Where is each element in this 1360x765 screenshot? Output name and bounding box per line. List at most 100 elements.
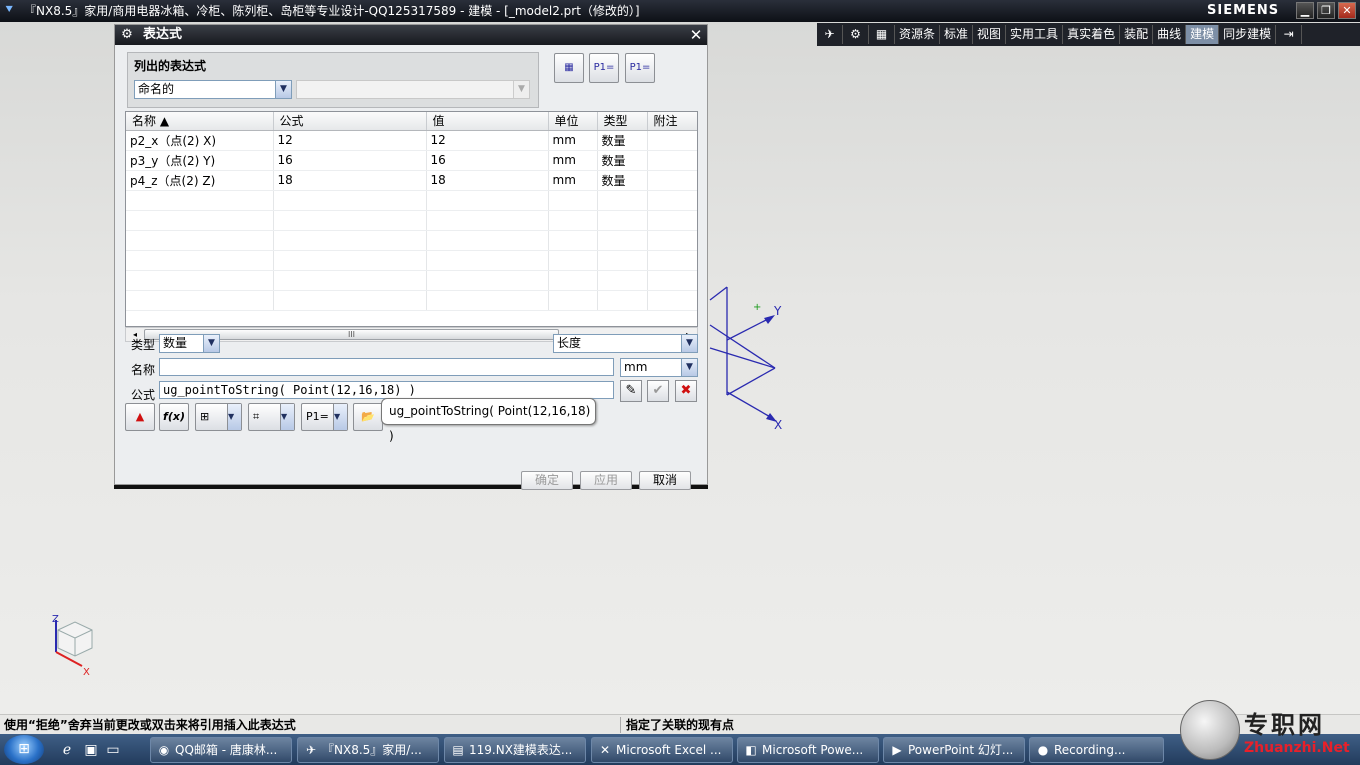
measure-button[interactable]: ⊞ ▼ [195,403,242,431]
formula-edit-button[interactable]: ✎ [620,380,642,402]
cell-name: p2_x（点(2) X) [126,130,274,151]
column-header-type[interactable]: 类型 [597,112,648,131]
ok-button[interactable]: 确定 [521,471,573,490]
grid-icon[interactable]: ▦ [869,25,895,44]
open-folder-button[interactable]: 📂 [353,403,383,431]
task-powerpoint-slideshow[interactable]: ▶ PowerPoint 幻灯... [883,737,1025,763]
powerpoint-icon: ◧ [745,743,757,757]
restore-button[interactable]: ❐ [1317,2,1335,19]
qq-icon: ◉ [158,743,170,757]
triad-z-label: Z [52,614,59,625]
column-header-value[interactable]: 值 [426,112,549,131]
task-excel[interactable]: ✕ Microsoft Excel ... [591,737,733,763]
import-expressions-button[interactable]: P1= [589,53,619,83]
reference-button[interactable]: P1= ▼ [301,403,348,431]
minimize-button[interactable]: ▁ [1296,2,1314,19]
tab-standard[interactable]: 标准 [940,25,974,44]
folder-icon: ▤ [452,743,464,757]
spreadsheet-edit-button[interactable]: ▦ [554,53,584,83]
empty-row [126,230,697,251]
type-select[interactable]: 数量 ▼ [159,334,220,353]
import-expressions-icon: P1= [593,62,615,73]
cell-unit: mm [548,150,598,171]
chevron-down-icon: ▼ [203,335,219,352]
watermark-ball-icon [1180,700,1240,760]
type-label: 类型 [131,338,156,352]
explorer-icon[interactable]: ▣ [82,741,100,759]
task-recording[interactable]: ● Recording... [1029,737,1164,763]
task-powerpoint[interactable]: ◧ Microsoft Powe... [737,737,879,763]
task-label: PowerPoint 幻灯... [908,743,1014,757]
column-header-comment[interactable]: 附注 [647,112,697,131]
start-button[interactable]: ⊞ [4,735,44,764]
table-row[interactable]: p4_z（点(2) Z) 18 18 mm 数量 [126,170,697,191]
chevron-down-icon: ▼ [275,81,291,98]
query-button[interactable]: ⌗ ▼ [248,403,295,431]
tab-sync-modeling[interactable]: 同步建模 [1219,25,1277,44]
function-button[interactable]: f(x) [159,403,189,431]
cancel-button[interactable]: 取消 [639,471,691,490]
list-filter-select[interactable]: 命名的 ▼ [134,80,292,99]
formula-label: 公式 [131,388,156,402]
formula-tooltip: ug_pointToString( Point(12,16,18) ) [381,398,596,443]
recording-icon: ● [1037,743,1049,757]
column-header-unit[interactable]: 单位 [548,112,598,131]
excel-icon: ✕ [599,743,611,757]
column-header-formula[interactable]: 公式 [273,112,427,131]
query-icon: ⌗ [253,410,260,423]
task-label: Microsoft Excel ... [616,743,722,757]
chevron-down-icon: ▼ [513,81,529,98]
show-desktop-icon[interactable]: ▭ [104,741,122,759]
column-header-name[interactable]: 名称 ▲ [126,112,274,131]
tab-utilities[interactable]: 实用工具 [1006,25,1064,44]
accept-edit-button[interactable]: ✔ [647,380,669,402]
table-row[interactable]: p2_x（点(2) X) 12 12 mm 数量 [126,130,697,151]
edit-icon: ✎ [625,383,637,398]
dialog-gear-icon[interactable]: ⚙ [119,25,135,45]
csys-x-label: X [774,418,782,432]
empty-row [126,250,697,271]
tab-true-shading[interactable]: 真实着色 [1063,25,1121,44]
reject-edit-button[interactable]: ✖ [675,380,697,402]
formula-input[interactable]: ug_pointToString( Point(12,16,18) ) [159,381,614,399]
csys-y-label: Y [773,304,782,318]
reference-icon: P1= [306,410,329,423]
toolbar-options-icon[interactable]: ⇥ [1276,25,1303,44]
dialog-close-icon[interactable]: ✕ [687,26,705,44]
tab-resource-bar[interactable]: 资源条 [895,25,941,44]
export-expressions-button[interactable]: P1= [625,53,655,83]
name-input[interactable] [159,358,614,376]
task-folder[interactable]: ▤ 119.NX建模表达... [444,737,586,763]
chevron-down-icon: ▼ [333,404,347,430]
apply-button[interactable]: 应用 [580,471,632,490]
task-label: Recording... [1054,743,1126,757]
list-filter-value: 命名的 [138,82,175,96]
gear-icon[interactable]: ⚙ [843,25,869,44]
task-label: QQ邮箱 - 唐康林... [175,743,278,757]
folder-icon: 📂 [361,410,375,423]
datum-csys: + Y X [709,286,782,432]
nx-logo-icon[interactable]: ✈ [817,25,843,44]
task-qq-mail[interactable]: ◉ QQ邮箱 - 唐康林... [150,737,292,763]
empty-row [126,190,697,211]
table-row[interactable]: p3_y（点(2) Y) 16 16 mm 数量 [126,150,697,171]
dialog-title: 表达式 [143,27,183,42]
dimension-select[interactable]: 长度 ▼ [553,334,698,353]
cell-unit: mm [548,170,598,191]
cell-comment [647,170,697,191]
tab-curve[interactable]: 曲线 [1153,25,1187,44]
ie-icon[interactable]: ℯ [58,741,76,759]
type-value: 数量 [163,336,188,350]
close-window-button[interactable]: ✕ [1338,2,1356,19]
collapse-button[interactable]: ▲ [125,403,155,431]
tab-assembly[interactable]: 装配 [1120,25,1154,44]
task-nx[interactable]: ✈ 『NX8.5』家用/... [297,737,439,763]
unit-select[interactable]: mm ▼ [620,358,698,377]
tab-modeling[interactable]: 建模 [1186,25,1220,44]
task-label: 『NX8.5』家用/... [322,743,422,757]
cell-name: p3_y（点(2) Y) [126,150,274,171]
dialog-title-bar: ⚙ 表达式 ✕ [115,25,707,45]
tab-view[interactable]: 视图 [973,25,1007,44]
window-title-bar: ⯆ 『NX8.5』家用/商用电器冰箱、冷柜、陈列柜、岛柜等专业设计-QQ1253… [0,0,1360,22]
chevron-down-icon: ▼ [681,359,697,376]
